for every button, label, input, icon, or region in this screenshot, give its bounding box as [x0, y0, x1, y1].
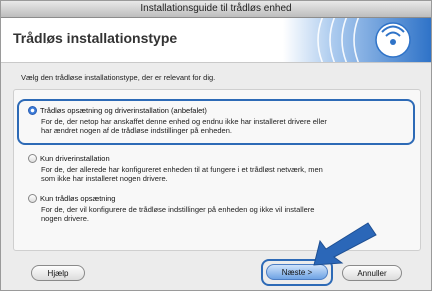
radio-unselected[interactable]: [28, 154, 37, 163]
cancel-button[interactable]: Annuller: [342, 265, 402, 281]
option-label: Kun trådløs opsætning: [40, 194, 116, 203]
option-description: For de, der allerede har konfigureret en…: [41, 165, 411, 183]
installer-window: Installationsguide til trådløs enhed Trå…: [0, 0, 432, 291]
radio-unselected[interactable]: [28, 194, 37, 203]
option-desc-line: For de, der allerede har konfigureret en…: [41, 165, 323, 174]
option-label: Kun driverinstallation: [40, 154, 110, 163]
instruction-text: Vælg den trådløse installationstype, der…: [21, 73, 216, 82]
page-title: Trådløs installationstype: [13, 30, 178, 46]
help-button[interactable]: Hjælp: [31, 265, 85, 281]
window-title: Installationsguide til trådløs enhed: [140, 3, 292, 14]
title-bar: Installationsguide til trådløs enhed: [1, 1, 431, 18]
option-desc-line: For de, der vil konfigurere de trådløse …: [41, 205, 315, 214]
recommended-option-highlight: [17, 99, 415, 145]
pointer-arrow-icon: [313, 222, 377, 266]
header-banner: Trådløs installationstype: [1, 18, 431, 63]
wireless-signal-icon: [283, 18, 431, 62]
option-desc-line: som ikke har installeret nogen drivere.: [41, 174, 168, 183]
